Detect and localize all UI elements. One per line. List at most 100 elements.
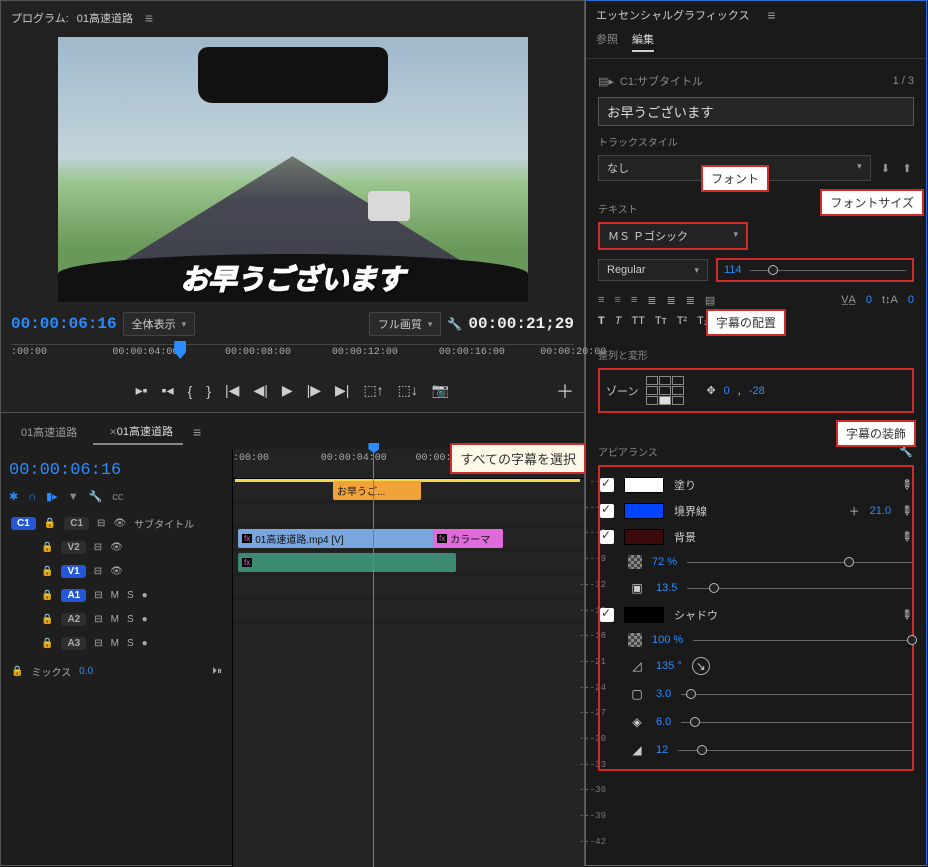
faux-bold-icon[interactable]: T xyxy=(598,315,605,327)
solo-button[interactable]: S xyxy=(127,590,134,601)
solo-button[interactable]: S xyxy=(127,614,134,625)
download-style-icon[interactable]: ⬇ xyxy=(879,162,893,175)
lock-icon[interactable] xyxy=(44,518,56,529)
bg-checkbox[interactable] xyxy=(600,530,614,544)
font-select[interactable]: ＭＳ Ｐゴシック xyxy=(598,222,748,250)
mark-clip-button[interactable]: { xyxy=(188,383,193,399)
track-row-c1[interactable]: お早うご... xyxy=(233,479,584,503)
audio-clip[interactable]: fx xyxy=(238,553,456,572)
track-a2[interactable]: A2 xyxy=(61,613,86,626)
timeline-tab-active[interactable]: 01高速道路 xyxy=(93,419,183,445)
panel-menu-icon[interactable] xyxy=(141,10,157,26)
align-left-icon[interactable]: ≡ xyxy=(598,294,604,307)
mark-out-button[interactable]: ▪◂ xyxy=(162,382,174,399)
font-style-select[interactable]: Regular xyxy=(598,259,708,281)
lock-icon[interactable] xyxy=(41,590,53,601)
tracking-icon[interactable]: V̲A̲ xyxy=(841,294,856,307)
linked-selection-icon[interactable]: ∩ xyxy=(28,491,36,503)
smallcaps-icon[interactable]: Tᴛ xyxy=(655,315,667,327)
justify-last-right-icon[interactable]: ≣ xyxy=(686,294,695,307)
voiceover-button[interactable]: ● xyxy=(142,614,148,625)
cc-toggle[interactable]: ⊟ xyxy=(97,518,105,529)
align-right-icon[interactable]: ≡ xyxy=(631,294,637,307)
add-stroke-icon[interactable]: ＋ xyxy=(849,503,860,519)
settings-icon[interactable]: ▼ xyxy=(68,491,79,503)
shadow-size-value[interactable]: 6.0 xyxy=(656,716,671,728)
lock-icon[interactable] xyxy=(41,638,53,649)
video-clip[interactable]: fx01高速道路.mp4 [V] xyxy=(238,529,438,548)
extract-button[interactable]: ⬚↓ xyxy=(398,382,418,399)
shadow-blur-slider[interactable] xyxy=(678,745,912,755)
justify-last-left-icon[interactable]: ≣ xyxy=(666,294,675,307)
track-a1[interactable]: A1 xyxy=(61,589,86,602)
tracking-value[interactable]: 0 xyxy=(866,294,872,307)
sync-lock-icon[interactable]: ⊟ xyxy=(94,566,102,577)
stroke-width-value[interactable]: 21.0 xyxy=(870,505,891,517)
fill-checkbox[interactable] xyxy=(600,478,614,492)
track-row-v1[interactable]: fx01高速道路.mp4 [V] fxカラーマ xyxy=(233,527,584,551)
shadow-opacity-slider[interactable] xyxy=(693,635,912,645)
voiceover-button[interactable]: ⏵⏸ xyxy=(212,666,222,677)
mix-value[interactable]: 0.0 xyxy=(79,666,93,677)
quality-select[interactable]: フル画質 xyxy=(369,312,442,336)
mute-button[interactable]: M xyxy=(111,590,119,601)
sync-lock-icon[interactable]: ⊟ xyxy=(94,590,102,601)
marker-icon[interactable]: ▮▸ xyxy=(46,490,58,503)
zone-picker[interactable] xyxy=(646,376,688,405)
mute-button[interactable]: M xyxy=(111,638,119,649)
track-v2[interactable]: V2 xyxy=(61,541,85,554)
settings-icon[interactable] xyxy=(447,317,462,331)
colormatte-clip[interactable]: fxカラーマ xyxy=(433,529,503,548)
shadow-angle-value[interactable]: 135 ° xyxy=(656,660,682,672)
button-editor-icon[interactable]: ＋ xyxy=(556,378,574,404)
eyedropper-icon[interactable] xyxy=(901,477,912,493)
sync-lock-icon[interactable]: ⊟ xyxy=(94,614,102,625)
track-a3[interactable]: A3 xyxy=(61,637,86,650)
panel-menu-icon[interactable] xyxy=(189,424,205,440)
program-timecode-in[interactable]: 00:00:06:16 xyxy=(11,315,117,333)
shadow-distance-value[interactable]: 3.0 xyxy=(656,688,671,700)
pos-y[interactable]: -28 xyxy=(749,385,765,397)
track-c1[interactable]: C1 xyxy=(11,517,36,530)
shadow-distance-slider[interactable] xyxy=(681,689,912,699)
track-row-a1[interactable]: fx xyxy=(233,551,584,575)
go-in-button[interactable]: |◀ xyxy=(225,382,239,399)
shadow-size-slider[interactable] xyxy=(681,717,912,727)
justify-all-icon[interactable]: ▤ xyxy=(705,294,715,307)
superscript-icon[interactable]: T² xyxy=(677,315,687,327)
zoom-select[interactable]: 全体表示 xyxy=(123,312,196,336)
justify-icon[interactable]: ≣ xyxy=(647,294,656,307)
baseline-icon[interactable]: t↕A xyxy=(882,294,898,307)
lock-icon[interactable] xyxy=(11,666,23,677)
eyedropper-icon[interactable] xyxy=(901,529,912,545)
lock-icon[interactable] xyxy=(41,542,53,553)
pos-x[interactable]: 0 xyxy=(724,385,730,397)
eye-icon[interactable] xyxy=(110,542,123,553)
stroke-swatch[interactable] xyxy=(624,503,664,519)
tab-edit[interactable]: 編集 xyxy=(632,31,654,52)
snap-icon[interactable]: ✱ xyxy=(9,490,18,503)
track-v1[interactable]: V1 xyxy=(61,565,85,578)
wrench-icon[interactable]: 🔧 xyxy=(89,490,103,503)
step-forward-button[interactable]: |▶ xyxy=(307,382,321,399)
bg-swatch[interactable] xyxy=(624,529,664,545)
shadow-checkbox[interactable] xyxy=(600,608,614,622)
subtitle-clip[interactable]: お早うご... xyxy=(333,481,421,500)
step-back-button[interactable]: ◀| xyxy=(253,382,267,399)
sync-lock-icon[interactable]: ⊟ xyxy=(94,638,102,649)
eyedropper-icon[interactable] xyxy=(901,503,912,519)
timeline-tracks[interactable]: :00:00 00:00:04:00 00:00:08:00 お早うご... f… xyxy=(233,449,584,867)
timeline-playhead[interactable] xyxy=(373,449,374,867)
bg-size-slider[interactable] xyxy=(687,583,912,593)
shadow-blur-value[interactable]: 12 xyxy=(656,744,668,756)
bg-opacity-slider[interactable] xyxy=(687,557,912,567)
export-frame-button[interactable]: 📷 xyxy=(432,382,449,399)
baseline-value[interactable]: 0 xyxy=(908,294,914,307)
program-viewport[interactable]: お早うございます xyxy=(58,37,528,302)
mark-in-button[interactable]: ▸▪ xyxy=(136,382,148,399)
voiceover-button[interactable]: ● xyxy=(142,638,148,649)
program-ruler[interactable]: :00:00 00:00:04:00 00:00:08:00 00:00:12:… xyxy=(11,344,574,372)
bg-size-value[interactable]: 13.5 xyxy=(656,582,677,594)
eye-icon[interactable] xyxy=(110,566,123,577)
position-icon[interactable]: ✥ xyxy=(706,384,715,397)
